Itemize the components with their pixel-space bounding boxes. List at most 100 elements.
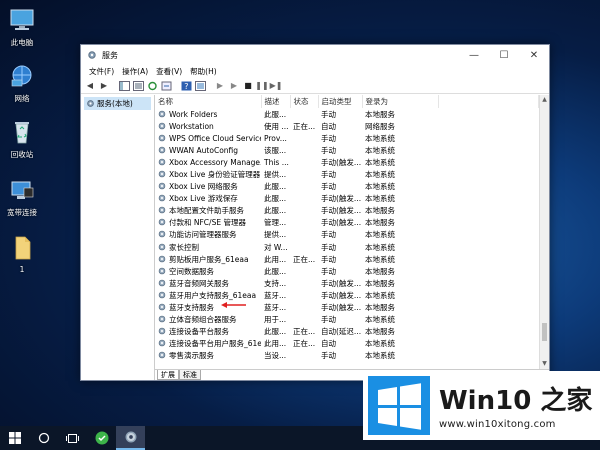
service-status (290, 289, 318, 301)
snapin-icon[interactable] (194, 80, 206, 92)
column-header-description[interactable]: 描述 (261, 95, 291, 108)
column-header-status[interactable]: 状态 (290, 95, 319, 108)
forward-arrow-icon[interactable]: ▶ (98, 80, 110, 92)
service-startup-type: 手动 (321, 170, 336, 180)
service-gear-icon (158, 352, 166, 359)
services-window: 服务 — ☐ ✕ 文件(F) 操作(A) 查看(V) 帮助(H) ◀ ▶ ? ▶… (80, 44, 550, 381)
export-list-icon[interactable] (160, 80, 172, 92)
service-status (290, 350, 318, 362)
search-button[interactable] (29, 426, 58, 450)
menu-view[interactable]: 查看(V) (152, 66, 186, 77)
service-gear-icon (158, 194, 166, 202)
tab-extended[interactable]: 扩展 (157, 370, 179, 380)
service-description: 此服... (264, 182, 287, 192)
table-row[interactable]: 蓝牙音频网关服务 支持... 手动(触发... 本地服务 (155, 277, 539, 289)
stop-service-icon[interactable]: ■ (242, 80, 254, 92)
menu-file[interactable]: 文件(F) (85, 66, 118, 77)
service-status (290, 144, 318, 156)
pause-service-icon[interactable]: ❚❚ (255, 80, 268, 92)
table-row[interactable]: 空间数据服务 此服... 手动 本地服务 (155, 265, 539, 277)
tab-standard[interactable]: 标准 (179, 370, 201, 380)
desktop-icon-broadband[interactable]: 宽带连接 (0, 178, 44, 218)
table-row[interactable]: 付款和 NFC/SE 管理器 管理... 手动(触发... 本地服务 (155, 217, 539, 229)
table-row[interactable]: 蓝牙支持服务 蓝牙... 手动(触发... 本地服务 (155, 302, 539, 314)
menu-help[interactable]: 帮助(H) (186, 66, 221, 77)
help-icon[interactable]: ? (180, 80, 192, 92)
service-name-text: 空间数据服务 (169, 266, 214, 276)
table-row[interactable]: 零售演示服务 当设... 手动 本地系统 (155, 350, 539, 362)
service-name: 蓝牙用户支持服务_61eaa (155, 289, 261, 301)
service-name: Workstation (155, 120, 261, 132)
table-row[interactable]: 连接设备平台服务 此服... 正在... 自动(延迟... 本地服务 (155, 326, 539, 338)
service-name-text: Xbox Live 游戏保存 (169, 194, 238, 204)
service-startup-type: 手动 (321, 351, 336, 361)
table-row[interactable]: Workstation 使用 ... 正在... 自动 网络服务 (155, 120, 539, 132)
task-view-button[interactable] (58, 426, 87, 450)
service-gear-icon (158, 158, 166, 166)
table-row[interactable]: 立体音频组合器服务 用于... 手动 本地系统 (155, 314, 539, 326)
show-tree-icon[interactable] (118, 80, 130, 92)
service-status (290, 314, 318, 326)
service-startup-type: 自动 (321, 339, 336, 349)
column-header-startup-type[interactable]: 启动类型 (318, 95, 363, 108)
table-row[interactable]: 家长控制 对 W... 手动 本地系统 (155, 241, 539, 253)
table-row[interactable]: Xbox Live 游戏保存 此服... 手动(触发... 本地系统 (155, 193, 539, 205)
tree-item-services-local[interactable]: 服务(本地) (84, 97, 151, 110)
table-row[interactable]: Xbox Live 身份验证管理器 提供... 手动 本地系统 (155, 168, 539, 180)
scrollbar-thumb[interactable] (542, 323, 547, 341)
maximize-button[interactable]: ☐ (489, 45, 519, 65)
service-gear-icon (158, 291, 166, 299)
taskbar-app-green[interactable] (87, 426, 116, 450)
restart-service-icon[interactable]: ▶❚ (270, 80, 283, 92)
service-logon-as: 本地服务 (365, 327, 395, 337)
taskbar-app-services[interactable] (116, 426, 145, 450)
desktop-icon-this-pc[interactable]: 此电脑 (0, 8, 44, 48)
service-status (290, 108, 318, 120)
refresh-icon[interactable] (146, 80, 158, 92)
service-logon-as: 本地系统 (365, 194, 395, 204)
navigation-tree: 服务(本地) (81, 95, 155, 380)
desktop-icon-folder[interactable]: 1 (0, 236, 44, 274)
services-table: 名称 描述 状态 启动类型 登录为 Work Folders 此服... 手动 本地服… (155, 95, 539, 362)
start-service-icon[interactable]: ▶ (214, 80, 226, 92)
table-row[interactable]: 本地配置文件助手服务 此服... 手动(触发... 本地服务 (155, 205, 539, 217)
close-button[interactable]: ✕ (519, 45, 549, 65)
service-status: 正在... (293, 121, 316, 131)
title-bar[interactable]: 服务 — ☐ ✕ (81, 45, 549, 65)
service-startup-type: 手动(触发... (321, 206, 362, 216)
minimize-button[interactable]: — (459, 45, 489, 65)
scroll-up-icon[interactable]: ▲ (540, 95, 549, 105)
menu-action[interactable]: 操作(A) (118, 66, 152, 77)
service-startup-type: 手动 (321, 182, 336, 192)
scroll-down-icon[interactable]: ▼ (540, 359, 549, 369)
service-description: 当设... (264, 351, 287, 361)
table-row[interactable]: 蓝牙用户支持服务_61eaa 蓝牙... 手动(触发... 本地系统 (155, 289, 539, 301)
service-gear-icon (158, 122, 166, 129)
service-name: 立体音频组合器服务 (155, 314, 261, 326)
table-row[interactable]: WWAN AutoConfig 该服... 手动 本地系统 (155, 144, 539, 156)
services-gear-icon (87, 100, 94, 107)
start-button[interactable] (0, 426, 29, 450)
service-gear-icon (158, 340, 166, 347)
desktop-icon-recycle-bin[interactable]: 回收站 (0, 120, 44, 160)
table-row[interactable]: Work Folders 此服... 手动 本地服务 (155, 108, 539, 120)
service-name: 剪贴板用户服务_61eaa (155, 253, 261, 265)
service-name-text: 功能访问管理器服务 (169, 230, 237, 240)
table-row[interactable]: WPS Office Cloud Service Prov... 手动 本地系统 (155, 132, 539, 144)
column-header-name[interactable]: 名称 (155, 95, 262, 108)
table-row[interactable]: 连接设备平台用户服务_61e... 此用... 正在... 自动 本地系统 (155, 338, 539, 350)
table-row[interactable]: Xbox Live 网络服务 此服... 手动 本地系统 (155, 181, 539, 193)
vertical-scrollbar[interactable]: ▲ ▼ (539, 95, 549, 369)
table-row[interactable]: Xbox Accessory Manage... This ... 手动(触发...… (155, 156, 539, 168)
table-row[interactable]: 功能访问管理器服务 提供... 手动 本地系统 (155, 229, 539, 241)
properties-list-icon[interactable] (132, 80, 144, 92)
service-startup-type: 手动 (321, 315, 336, 325)
table-row[interactable]: 剪贴板用户服务_61eaa 此用... 正在... 手动 本地系统 (155, 253, 539, 265)
desktop-icon-network[interactable]: 网络 (0, 64, 44, 104)
network-icon (11, 65, 32, 87)
service-logon-as: 本地服务 (365, 278, 395, 288)
back-arrow-icon[interactable]: ◀ (84, 80, 96, 92)
service-description: 此服... (264, 194, 287, 204)
start-service-alt-icon[interactable]: ▶ (228, 80, 240, 92)
column-header-logon-as[interactable]: 登录为 (362, 95, 439, 108)
